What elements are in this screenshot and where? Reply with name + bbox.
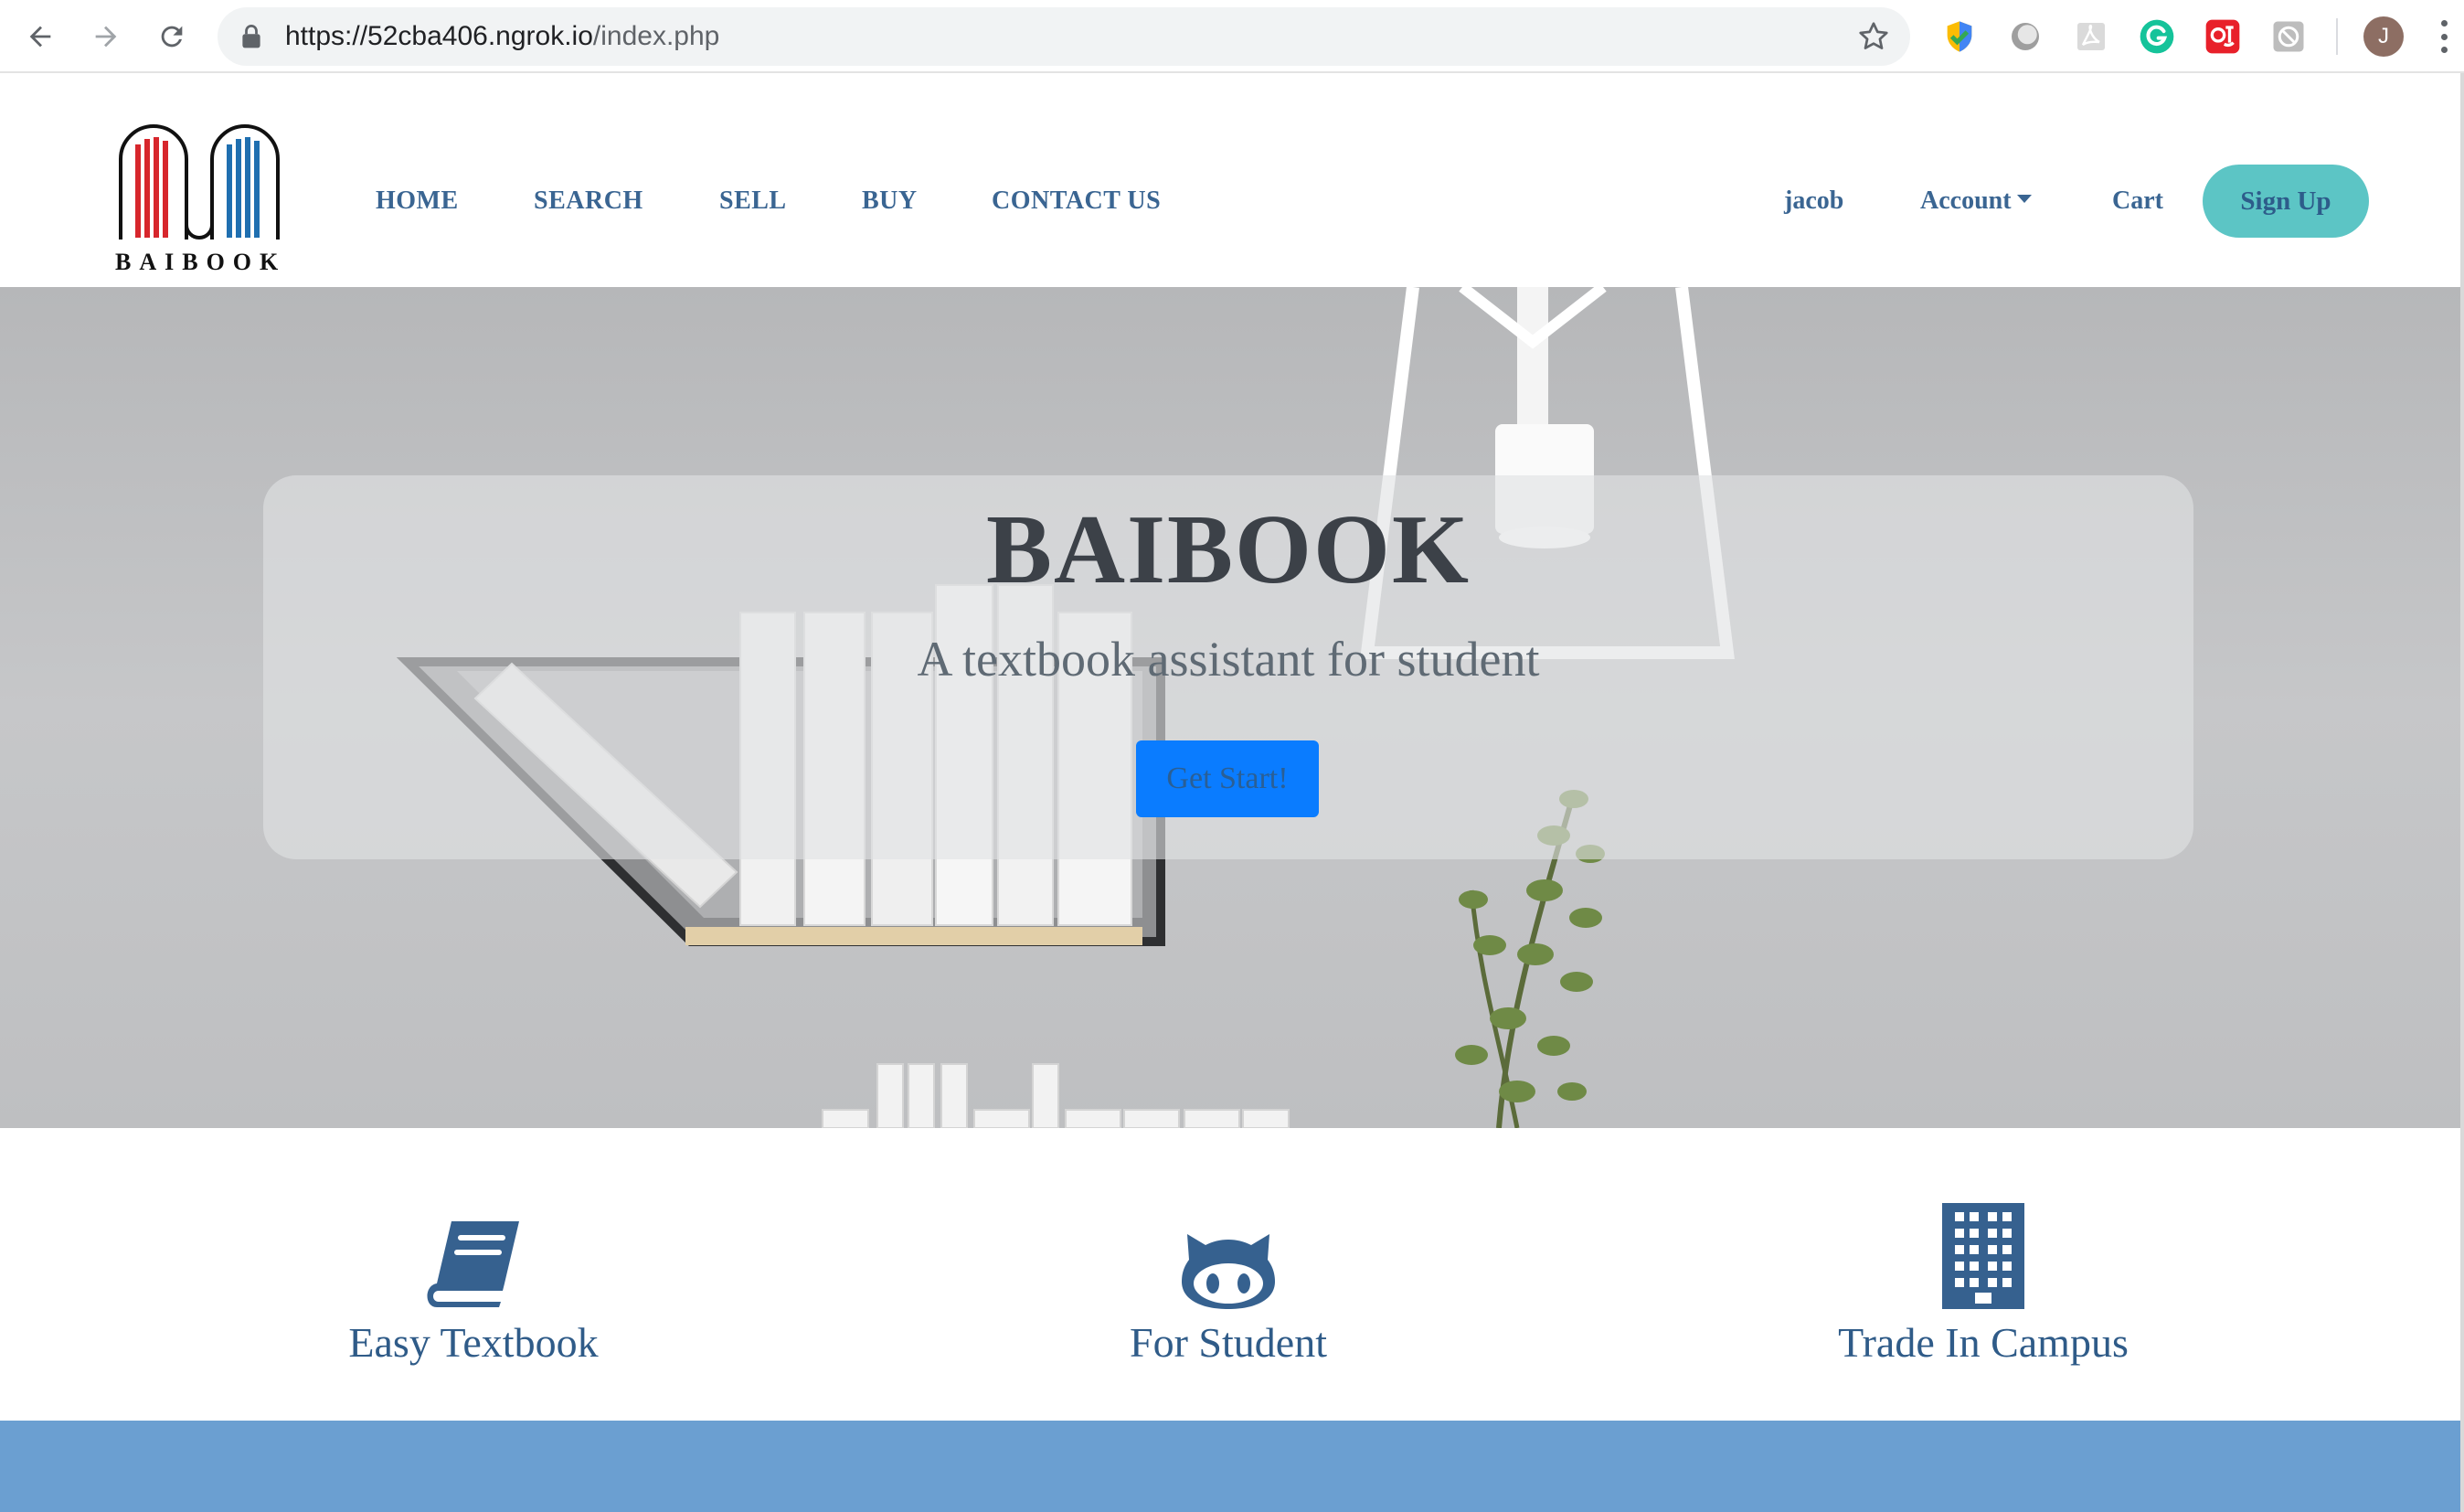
- forward-arrow-icon[interactable]: [82, 13, 130, 60]
- feature-label: Trade In Campus: [1838, 1319, 2129, 1366]
- extension-red-icon[interactable]: [2203, 16, 2243, 57]
- back-arrow-icon[interactable]: [16, 13, 64, 60]
- hero-subtitle: A textbook assistant for student: [917, 632, 1540, 687]
- toolbar-separator: [2336, 18, 2338, 55]
- bookmark-star-icon[interactable]: [1857, 20, 1890, 58]
- features-section: Easy Textbook For Student Trade In Campu…: [0, 1128, 2460, 1421]
- feature-trade-in-campus: Trade In Campus: [1764, 1203, 2203, 1367]
- nav-home[interactable]: HOME: [376, 183, 459, 219]
- address-bar[interactable]: https://52cba406.ngrok.io/index.php: [218, 7, 1910, 66]
- extension-pdf-icon[interactable]: [2071, 16, 2111, 57]
- sign-up-button[interactable]: Sign Up: [2203, 165, 2369, 238]
- extension-shield-icon[interactable]: [1939, 16, 1980, 57]
- hero-section: BAIBOOK A textbook assistant for student…: [0, 287, 2460, 1128]
- get-start-button[interactable]: Get Start!: [1136, 740, 1319, 817]
- feature-easy-textbook: Easy Textbook: [254, 1203, 693, 1367]
- grammarly-icon[interactable]: [2137, 16, 2177, 57]
- nav-cart[interactable]: Cart: [2112, 183, 2163, 219]
- nav-sell[interactable]: SELL: [719, 183, 787, 219]
- book-icon: [254, 1203, 693, 1309]
- profile-avatar[interactable]: J: [2363, 16, 2404, 57]
- account-label: Account: [1920, 186, 2012, 215]
- hero-title: BAIBOOK: [985, 495, 1471, 604]
- building-icon: [1764, 1203, 2203, 1309]
- extension-circle-icon[interactable]: [2005, 16, 2045, 57]
- nav-buy[interactable]: BUY: [862, 183, 918, 219]
- url-text: https://52cba406.ngrok.io/index.php: [285, 21, 720, 51]
- extension-blocked-icon[interactable]: [2268, 16, 2309, 57]
- browser-toolbar: https://52cba406.ngrok.io/index.php J: [0, 0, 2464, 73]
- feature-label: Easy Textbook: [348, 1319, 599, 1366]
- hero-jumbotron: BAIBOOK A textbook assistant for student…: [263, 475, 2193, 859]
- site-navbar: BAIBOOK HOME SEARCH SELL BUY CONTACT US …: [0, 73, 2464, 287]
- nav-username[interactable]: jacob: [1784, 183, 1843, 219]
- scrollbar[interactable]: [2460, 73, 2464, 1512]
- caret-down-icon: [2016, 195, 2032, 204]
- logo-text: BAIBOOK: [115, 249, 287, 275]
- footer-band: [0, 1421, 2460, 1512]
- nav-account-dropdown[interactable]: Account: [1920, 183, 2032, 219]
- menu-kebab-icon[interactable]: [2435, 16, 2453, 57]
- github-icon: [1009, 1203, 1448, 1309]
- nav-contact-us[interactable]: CONTACT US: [992, 183, 1161, 219]
- feature-label: For Student: [1130, 1319, 1327, 1366]
- feature-for-student: For Student: [1009, 1203, 1448, 1367]
- nav-search[interactable]: SEARCH: [534, 183, 643, 219]
- baibook-logo[interactable]: BAIBOOK: [115, 122, 283, 278]
- lock-icon: [241, 24, 261, 54]
- reload-icon[interactable]: [148, 13, 196, 60]
